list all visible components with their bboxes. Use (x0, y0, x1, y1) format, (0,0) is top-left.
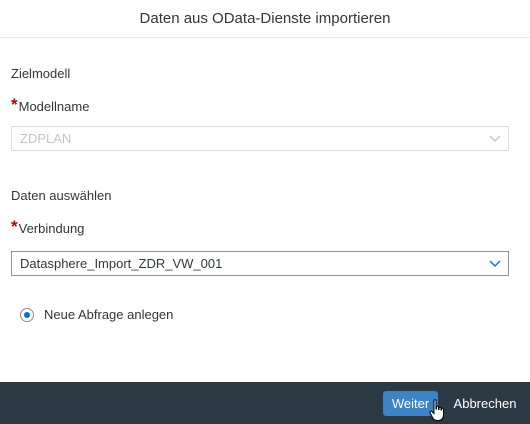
target-model-section-title: Zielmodell (11, 66, 71, 81)
chevron-down-icon (482, 127, 508, 150)
dialog-footer: Weiter Abbrechen (0, 382, 530, 424)
select-data-section-title: Daten auswählen (11, 188, 112, 203)
connection-label-text: Verbindung (18, 221, 85, 236)
cancel-button[interactable]: Abbrechen (447, 391, 523, 416)
connection-label: * Verbindung (11, 217, 85, 236)
new-query-radio[interactable] (20, 307, 34, 322)
model-name-select: ZDPLAN (11, 126, 509, 151)
new-query-label: Neue Abfrage anlegen (44, 307, 174, 322)
model-name-label-text: Modellname (18, 99, 90, 114)
import-dialog: Daten aus OData-Dienste importieren Ziel… (0, 0, 530, 424)
connection-select[interactable]: Datasphere_Import_ZDR_VW_001 (11, 251, 509, 276)
model-name-label: * Modellname (11, 95, 90, 114)
dialog-header: Daten aus OData-Dienste importieren (0, 0, 530, 38)
hand-pointer-icon (429, 399, 444, 421)
required-indicator: * (11, 95, 18, 114)
dialog-title: Daten aus OData-Dienste importieren (139, 10, 391, 27)
model-name-value: ZDPLAN (20, 131, 72, 146)
new-query-option[interactable]: Neue Abfrage anlegen (20, 307, 173, 322)
connection-value: Datasphere_Import_ZDR_VW_001 (20, 256, 223, 271)
required-indicator: * (11, 217, 18, 236)
chevron-down-icon[interactable] (482, 252, 508, 275)
radio-selected-dot (24, 311, 30, 318)
